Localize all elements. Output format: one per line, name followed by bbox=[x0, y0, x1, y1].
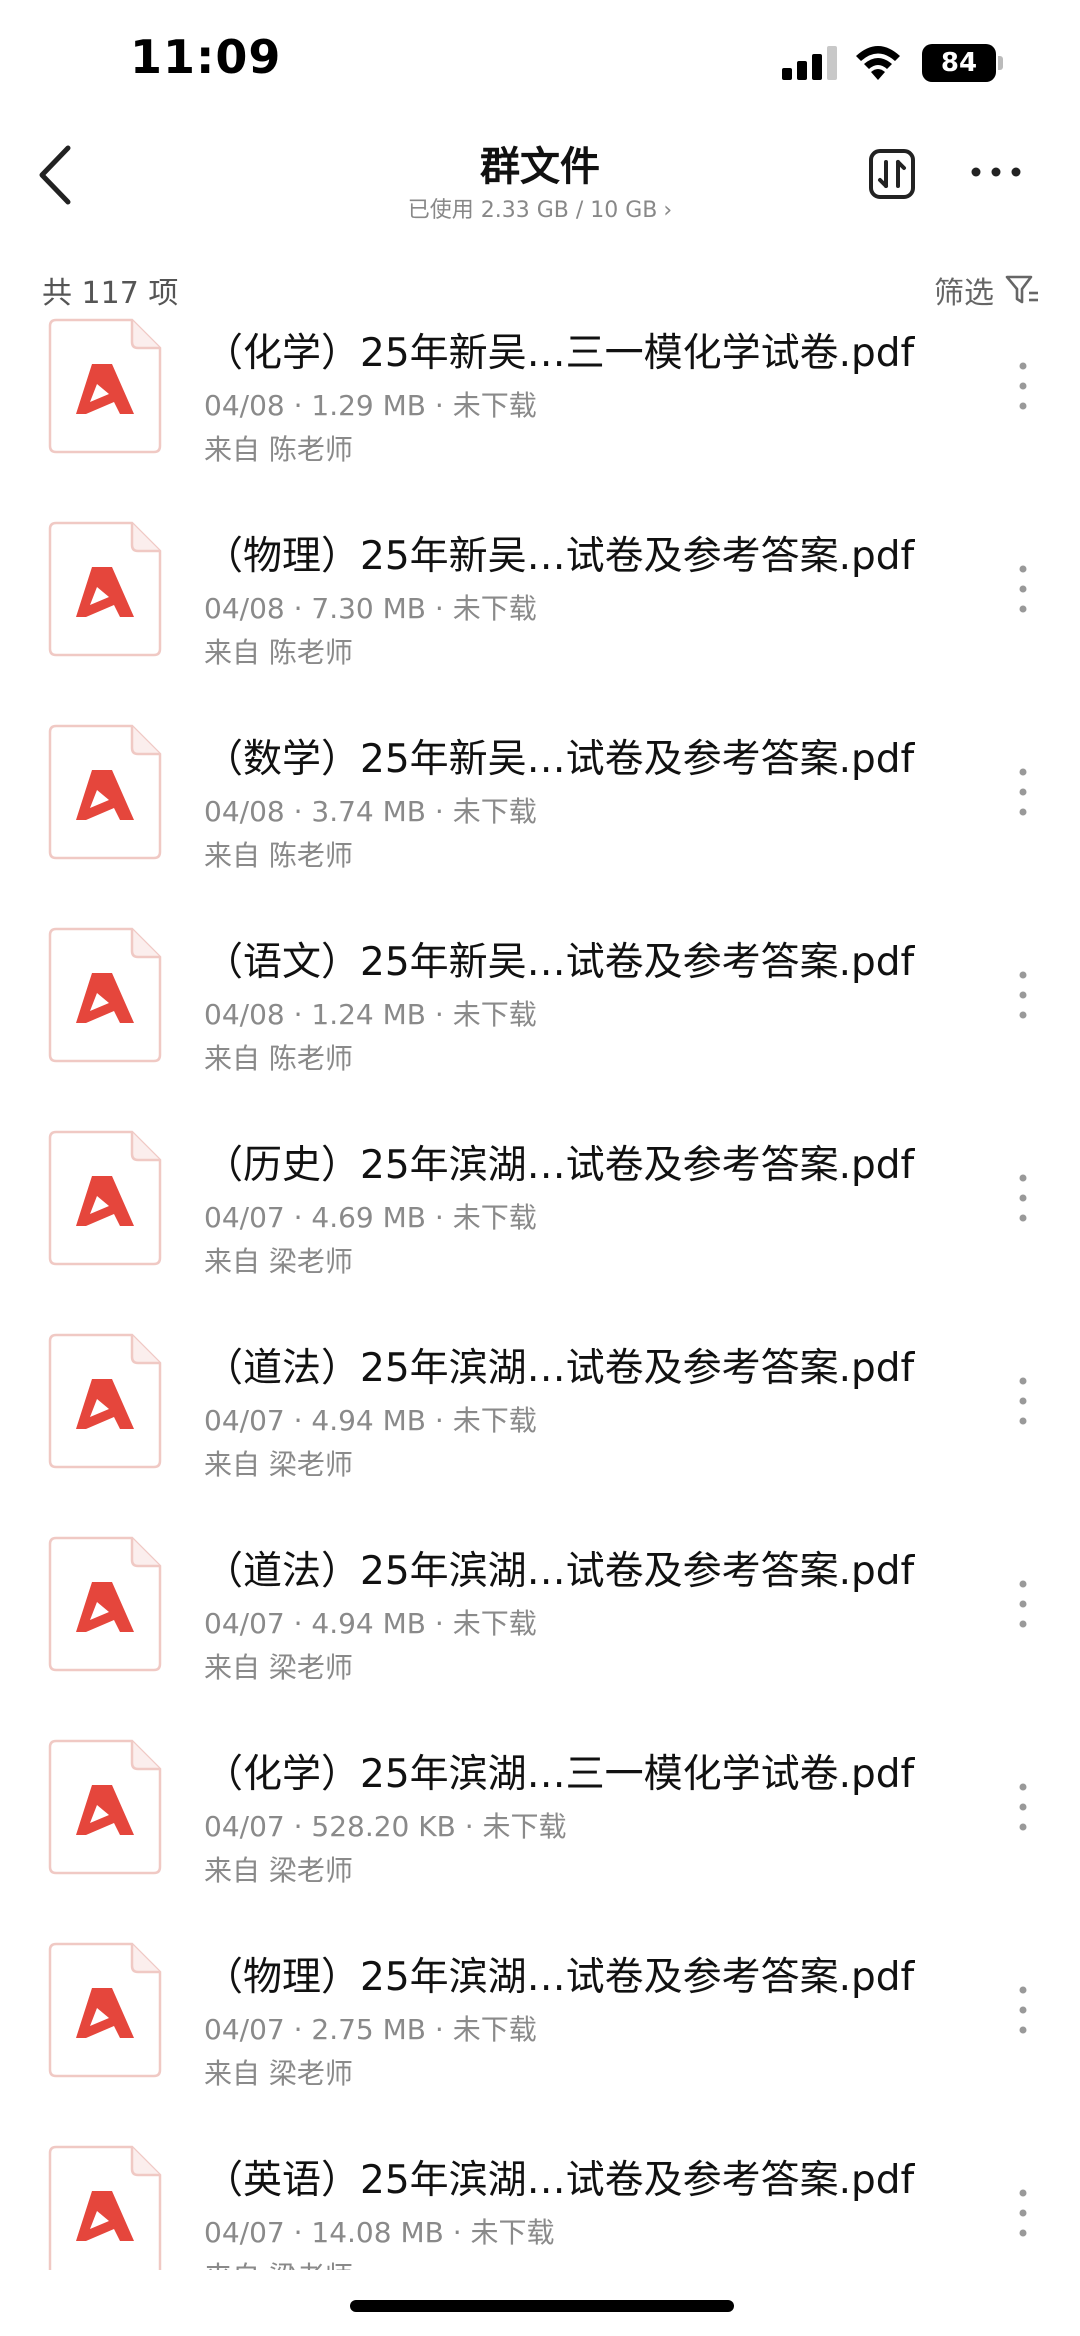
file-meta: 04/07 · 4.69 MB · 未下载 bbox=[204, 1201, 537, 1234]
more-vertical-icon[interactable] bbox=[1008, 1980, 1038, 2040]
status-time: 11:09 bbox=[130, 30, 282, 84]
group-files-screen: 11:09 84 群文件 已使用 2.33 GB / 10 GB › （化学）2… bbox=[0, 0, 1080, 2336]
pdf-file-icon bbox=[48, 1942, 162, 2078]
chevron-right-icon: › bbox=[663, 198, 673, 223]
file-list-item[interactable]: （道法）25年滨湖…试卷及参考答案.pdf 04/07 · 4.94 MB · … bbox=[0, 1285, 1080, 1488]
wifi-icon bbox=[856, 46, 900, 80]
file-uploader: 来自 梁老师 bbox=[204, 1245, 353, 1278]
file-list-item[interactable]: （历史）25年滨湖…试卷及参考答案.pdf 04/07 · 4.69 MB · … bbox=[0, 1082, 1080, 1285]
file-list-item[interactable]: （道法）25年滨湖…试卷及参考答案.pdf 04/07 · 4.94 MB · … bbox=[0, 1488, 1080, 1691]
file-uploader: 来自 陈老师 bbox=[204, 1042, 353, 1075]
file-meta: 04/08 · 3.74 MB · 未下载 bbox=[204, 795, 537, 828]
file-uploader: 来自 陈老师 bbox=[204, 839, 353, 872]
file-name: （物理）25年新吴…试卷及参考答案.pdf bbox=[204, 534, 915, 579]
pdf-file-icon bbox=[48, 1739, 162, 1875]
pdf-file-icon bbox=[48, 927, 162, 1063]
file-list-item[interactable]: （语文）25年新吴…试卷及参考答案.pdf 04/08 · 1.24 MB · … bbox=[0, 879, 1080, 1082]
file-name: （历史）25年滨湖…试卷及参考答案.pdf bbox=[204, 1143, 915, 1188]
file-uploader: 来自 陈老师 bbox=[204, 636, 353, 669]
battery-indicator: 84 bbox=[922, 44, 1003, 82]
file-name: （物理）25年滨湖…试卷及参考答案.pdf bbox=[204, 1955, 915, 2000]
file-list-item[interactable]: （物理）25年滨湖…试卷及参考答案.pdf 04/07 · 2.75 MB · … bbox=[0, 1894, 1080, 2097]
battery-level: 84 bbox=[940, 48, 978, 78]
file-meta: 04/07 · 4.94 MB · 未下载 bbox=[204, 1404, 537, 1437]
file-name: （化学）25年新吴…三一模化学试卷.pdf bbox=[204, 331, 915, 376]
status-bar: 11:09 84 bbox=[0, 0, 1080, 120]
more-vertical-icon[interactable] bbox=[1008, 1371, 1038, 1431]
pdf-file-icon bbox=[48, 318, 162, 454]
file-meta: 04/08 · 7.30 MB · 未下载 bbox=[204, 592, 537, 625]
file-meta: 04/08 · 1.29 MB · 未下载 bbox=[204, 389, 537, 422]
storage-usage-link[interactable]: 已使用 2.33 GB / 10 GB › bbox=[0, 192, 1080, 224]
pdf-file-icon bbox=[48, 521, 162, 657]
file-meta: 04/08 · 1.24 MB · 未下载 bbox=[204, 998, 537, 1031]
more-vertical-icon[interactable] bbox=[1008, 965, 1038, 1025]
summary-row: 共 117 项 筛选 bbox=[0, 262, 1080, 316]
file-meta: 04/07 · 2.75 MB · 未下载 bbox=[204, 2013, 537, 2046]
page-title: 群文件 bbox=[480, 144, 600, 190]
pdf-file-icon bbox=[48, 1333, 162, 1469]
file-uploader: 来自 梁老师 bbox=[204, 1448, 353, 1481]
file-list[interactable]: （化学）25年新吴…三一模化学试卷.pdf 04/08 · 1.29 MB · … bbox=[0, 290, 1080, 2270]
file-uploader: 来自 梁老师 bbox=[204, 1651, 353, 1684]
more-vertical-icon[interactable] bbox=[1008, 2183, 1038, 2243]
file-count: 共 117 项 bbox=[42, 276, 179, 311]
file-list-item[interactable]: （化学）25年新吴…三一模化学试卷.pdf 04/08 · 1.29 MB · … bbox=[0, 290, 1080, 473]
filter-button[interactable]: 筛选 bbox=[934, 268, 1040, 312]
file-meta: 04/07 · 4.94 MB · 未下载 bbox=[204, 1607, 537, 1640]
more-vertical-icon[interactable] bbox=[1008, 356, 1038, 416]
more-vertical-icon[interactable] bbox=[1008, 559, 1038, 619]
file-list-item[interactable]: （物理）25年新吴…试卷及参考答案.pdf 04/08 · 7.30 MB · … bbox=[0, 473, 1080, 676]
more-vertical-icon[interactable] bbox=[1008, 1168, 1038, 1228]
pdf-file-icon bbox=[48, 1130, 162, 1266]
file-meta: 04/07 · 528.20 KB · 未下载 bbox=[204, 1810, 567, 1843]
file-list-item[interactable]: （英语）25年滨湖…试卷及参考答案.pdf 04/07 · 14.08 MB ·… bbox=[0, 2097, 1080, 2270]
more-vertical-icon[interactable] bbox=[1008, 1777, 1038, 1837]
sort-icon[interactable] bbox=[868, 148, 916, 200]
storage-usage-text: 已使用 2.33 GB / 10 GB bbox=[407, 198, 658, 223]
file-uploader: 来自 梁老师 bbox=[204, 2255, 353, 2270]
file-uploader: 来自 梁老师 bbox=[204, 1854, 353, 1887]
file-uploader: 来自 梁老师 bbox=[204, 2057, 353, 2090]
file-uploader: 来自 陈老师 bbox=[204, 433, 353, 466]
file-name: （数学）25年新吴…试卷及参考答案.pdf bbox=[204, 737, 915, 782]
file-meta: 04/07 · 14.08 MB · 未下载 bbox=[204, 2216, 555, 2249]
file-name: （道法）25年滨湖…试卷及参考答案.pdf bbox=[204, 1346, 915, 1391]
file-list-item[interactable]: （数学）25年新吴…试卷及参考答案.pdf 04/08 · 3.74 MB · … bbox=[0, 676, 1080, 879]
more-vertical-icon[interactable] bbox=[1008, 1574, 1038, 1634]
more-horizontal-icon[interactable] bbox=[966, 152, 1026, 192]
file-name: （道法）25年滨湖…试卷及参考答案.pdf bbox=[204, 1549, 915, 1594]
more-vertical-icon[interactable] bbox=[1008, 762, 1038, 822]
navigation-bar: 群文件 已使用 2.33 GB / 10 GB › bbox=[0, 120, 1080, 240]
filter-label: 筛选 bbox=[934, 276, 994, 311]
pdf-file-icon bbox=[48, 2145, 162, 2270]
filter-icon bbox=[1005, 275, 1038, 304]
cellular-signal-icon bbox=[782, 46, 837, 80]
file-list-item[interactable]: （化学）25年滨湖…三一模化学试卷.pdf 04/07 · 528.20 KB … bbox=[0, 1691, 1080, 1894]
file-name: （语文）25年新吴…试卷及参考答案.pdf bbox=[204, 940, 915, 985]
file-name: （化学）25年滨湖…三一模化学试卷.pdf bbox=[204, 1752, 915, 1797]
home-indicator bbox=[350, 2300, 734, 2312]
pdf-file-icon bbox=[48, 1536, 162, 1672]
file-name: （英语）25年滨湖…试卷及参考答案.pdf bbox=[204, 2158, 915, 2203]
pdf-file-icon bbox=[48, 724, 162, 860]
